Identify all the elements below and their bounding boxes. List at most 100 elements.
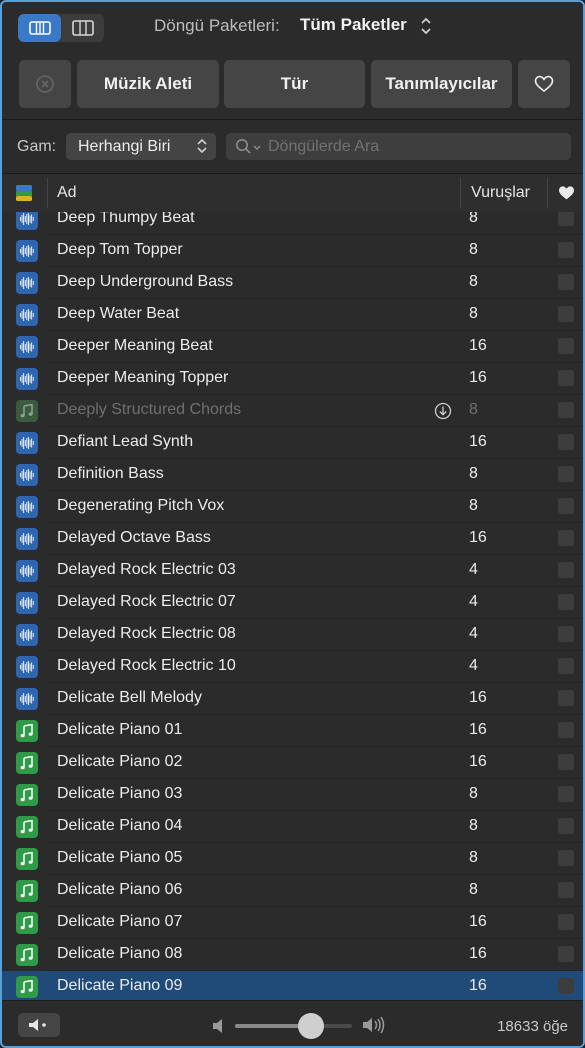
music-note-icon: [20, 724, 33, 738]
table-row[interactable]: Deeply Structured Chords 8: [2, 395, 583, 427]
audio-waveform-icon: [20, 565, 34, 577]
favorite-checkbox[interactable]: [558, 212, 574, 226]
audio-loop-badge: [16, 432, 38, 454]
clear-filters-button[interactable]: [19, 60, 71, 108]
up-down-chevron-icon: [197, 138, 207, 154]
favorite-checkbox[interactable]: [558, 370, 574, 386]
music-note-icon: [20, 404, 33, 418]
table-row[interactable]: Delicate Piano 03 8: [2, 779, 583, 811]
table-row[interactable]: Delicate Piano 04 8: [2, 811, 583, 843]
favorite-checkbox[interactable]: [558, 594, 574, 610]
column-divider: [460, 178, 461, 208]
audio-waveform-icon: [20, 469, 34, 481]
table-row[interactable]: Defiant Lead Synth 16: [2, 427, 583, 459]
loop-beats: 8: [469, 465, 478, 482]
favorite-checkbox[interactable]: [558, 914, 574, 930]
loop-beats: 16: [469, 529, 487, 546]
table-row[interactable]: Delicate Bell Melody 16: [2, 683, 583, 715]
genre-filter-button[interactable]: Tür: [224, 60, 365, 108]
download-icon[interactable]: [434, 402, 452, 420]
favorite-checkbox[interactable]: [558, 786, 574, 802]
favorite-checkbox[interactable]: [558, 434, 574, 450]
midi-loop-badge: [16, 752, 38, 774]
favorite-checkbox[interactable]: [558, 882, 574, 898]
loop-type-column-icon[interactable]: [16, 185, 32, 201]
favorite-checkbox[interactable]: [558, 978, 574, 994]
audio-loop-badge: [16, 496, 38, 518]
clear-filters-icon: [36, 75, 54, 93]
table-row[interactable]: Delayed Rock Electric 03 4: [2, 555, 583, 587]
midi-loop-badge: [16, 912, 38, 934]
beats-column-header[interactable]: Vuruşlar: [471, 184, 530, 202]
favorite-checkbox[interactable]: [558, 306, 574, 322]
loop-name: Delicate Piano 09: [57, 977, 183, 994]
table-row[interactable]: Deep Underground Bass 8: [2, 267, 583, 299]
favorite-checkbox[interactable]: [558, 690, 574, 706]
loop-list: Deep Thumpy Beat 8 Deep Tom Topper 8 Deep Un…: [2, 212, 583, 1000]
scale-value: Herhangi Biri: [78, 138, 171, 155]
favorite-checkbox[interactable]: [558, 626, 574, 642]
favorite-checkbox[interactable]: [558, 850, 574, 866]
favorite-checkbox[interactable]: [558, 242, 574, 258]
loop-beats: 4: [469, 593, 478, 610]
loop-beats: 8: [469, 785, 478, 802]
audio-loop-badge: [16, 464, 38, 486]
loop-beats: 8: [469, 241, 478, 258]
table-row[interactable]: Deeper Meaning Beat 16: [2, 331, 583, 363]
column-view-button[interactable]: [61, 14, 104, 42]
favorite-checkbox[interactable]: [558, 818, 574, 834]
table-row[interactable]: Delicate Piano 02 16: [2, 747, 583, 779]
name-column-header[interactable]: Ad: [57, 184, 77, 202]
loop-packs-popup[interactable]: Tüm Paketler: [300, 15, 407, 35]
table-row[interactable]: Deep Thumpy Beat 8: [2, 212, 583, 235]
loop-browser-footer: 18633 öğe: [2, 1000, 583, 1046]
table-row[interactable]: Delicate Piano 01 16: [2, 715, 583, 747]
heart-icon[interactable]: [558, 185, 575, 201]
table-row[interactable]: Delicate Piano 07 16: [2, 907, 583, 939]
scale-popup[interactable]: Herhangi Biri: [66, 133, 216, 160]
audio-loop-badge: [16, 592, 38, 614]
favorite-checkbox[interactable]: [558, 946, 574, 962]
loop-beats: 16: [469, 369, 487, 386]
table-row[interactable]: Delayed Rock Electric 10 4: [2, 651, 583, 683]
descriptors-filter-button[interactable]: Tanımlayıcılar: [371, 60, 512, 108]
table-row[interactable]: Delicate Piano 09 16: [2, 971, 583, 1000]
table-row[interactable]: Delayed Rock Electric 08 4: [2, 619, 583, 651]
table-row[interactable]: Delayed Rock Electric 07 4: [2, 587, 583, 619]
search-field[interactable]: [226, 133, 571, 160]
favorite-checkbox[interactable]: [558, 722, 574, 738]
table-row[interactable]: Definition Bass 8: [2, 459, 583, 491]
table-row[interactable]: Degenerating Pitch Vox 8: [2, 491, 583, 523]
table-row[interactable]: Delayed Octave Bass 16: [2, 523, 583, 555]
favorites-filter-button[interactable]: [518, 60, 570, 108]
search-input[interactable]: [268, 135, 558, 158]
favorite-checkbox[interactable]: [558, 562, 574, 578]
music-note-icon: [20, 916, 33, 930]
audio-loop-badge: [16, 688, 38, 710]
preview-speaker-button[interactable]: [18, 1013, 60, 1037]
table-row[interactable]: Deep Tom Topper 8: [2, 235, 583, 267]
loop-name: Definition Bass: [57, 465, 164, 482]
table-row[interactable]: Delicate Piano 08 16: [2, 939, 583, 971]
favorite-checkbox[interactable]: [558, 274, 574, 290]
favorite-checkbox[interactable]: [558, 658, 574, 674]
volume-slider[interactable]: [235, 1013, 352, 1039]
table-row[interactable]: Deeper Meaning Topper 16: [2, 363, 583, 395]
up-down-chevron-icon[interactable]: [419, 14, 433, 38]
list-view-button[interactable]: [18, 14, 61, 42]
table-row[interactable]: Deep Water Beat 8: [2, 299, 583, 331]
favorite-checkbox[interactable]: [558, 402, 574, 418]
favorite-checkbox[interactable]: [558, 530, 574, 546]
volume-slider-knob[interactable]: [298, 1013, 325, 1039]
table-row[interactable]: Delicate Piano 05 8: [2, 843, 583, 875]
instrument-filter-button[interactable]: Müzik Aleti: [77, 60, 219, 108]
audio-loop-badge: [16, 624, 38, 646]
favorite-checkbox[interactable]: [558, 466, 574, 482]
favorite-checkbox[interactable]: [558, 498, 574, 514]
loop-name: Delayed Rock Electric 10: [57, 657, 236, 674]
favorite-checkbox[interactable]: [558, 338, 574, 354]
audio-waveform-icon: [20, 213, 34, 225]
table-row[interactable]: Delicate Piano 06 8: [2, 875, 583, 907]
loop-beats: 16: [469, 753, 487, 770]
favorite-checkbox[interactable]: [558, 754, 574, 770]
